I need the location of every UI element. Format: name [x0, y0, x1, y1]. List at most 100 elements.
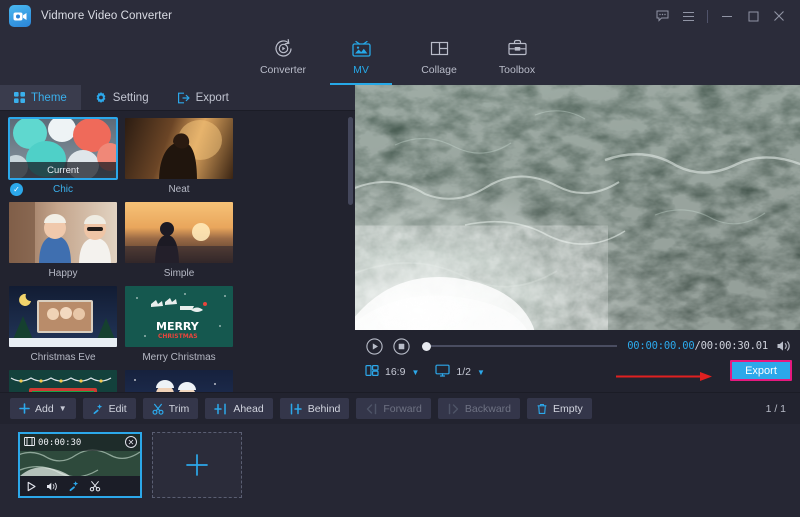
theme-thumbnail: [8, 285, 118, 348]
current-time: 00:00:00.00: [627, 340, 694, 352]
tab-theme-label: Theme: [31, 92, 67, 104]
clip-timeline: 00:00:30 ✕: [0, 424, 800, 517]
nav-tab-toolbox-label: Toolbox: [499, 64, 535, 76]
magic-wand-icon: [92, 403, 104, 415]
tab-setting[interactable]: Setting: [81, 85, 163, 110]
nav-tab-collage-label: Collage: [421, 64, 457, 76]
theme-thumbnail: [8, 201, 118, 264]
tab-theme[interactable]: Theme: [0, 85, 81, 110]
time-display: 00:00:00.00/00:00:30.01: [627, 340, 768, 352]
feedback-icon[interactable]: [649, 0, 675, 32]
seek-handle[interactable]: [422, 342, 431, 351]
nav-tab-toolbox[interactable]: Toolbox: [478, 32, 556, 85]
quality-selector[interactable]: 1/2 ▼: [435, 364, 485, 380]
theme-grid-scroll[interactable]: Current Chic ✓: [0, 111, 355, 392]
nav-tab-mv[interactable]: MV: [322, 32, 400, 85]
theme-item-merry-christmas[interactable]: MERRY CHRISTMAS Merry Christmas: [124, 285, 234, 363]
empty-button[interactable]: Empty: [527, 398, 592, 419]
maximize-icon[interactable]: [740, 0, 766, 32]
play-icon[interactable]: [365, 337, 384, 356]
theme-panel-scrollbar[interactable]: [348, 117, 353, 387]
clip-volume-icon[interactable]: [46, 481, 59, 492]
theme-item-happy[interactable]: Happy: [8, 201, 118, 279]
collage-icon: [428, 36, 451, 61]
theme-item-christmas-eve[interactable]: Christmas Eve: [8, 285, 118, 363]
theme-item-label: Neat: [124, 184, 234, 195]
add-button[interactable]: Add ▼: [10, 398, 76, 419]
app-title: Vidmore Video Converter: [41, 10, 172, 22]
nav-tab-converter[interactable]: Converter: [244, 32, 322, 85]
move-forward-icon: [365, 403, 378, 415]
theme-grid: Current Chic ✓: [8, 117, 345, 392]
edit-button-label: Edit: [109, 403, 127, 415]
theme-item-santa-claus[interactable]: Santa Claus: [8, 369, 118, 392]
close-icon[interactable]: [766, 0, 792, 32]
title-bar: Vidmore Video Converter: [0, 0, 800, 32]
theme-thumbnail: [124, 369, 234, 392]
theme-thumbnail: Current: [8, 117, 118, 180]
export-button[interactable]: Export: [730, 360, 792, 381]
scrollbar-thumb[interactable]: [348, 117, 353, 205]
stop-icon[interactable]: [392, 337, 411, 356]
converter-icon: [272, 36, 295, 61]
theme-item-label: Merry Christmas: [124, 352, 234, 363]
theme-current-badge: Current: [10, 162, 116, 178]
window-controls: [649, 0, 792, 32]
forward-button[interactable]: Forward: [356, 398, 431, 419]
clip-close-icon[interactable]: ✕: [125, 436, 137, 448]
move-backward-icon: [447, 403, 460, 415]
plus-icon: [19, 403, 30, 414]
clip-action-bar: [20, 476, 140, 496]
monitor-icon: [435, 364, 450, 380]
chevron-down-icon[interactable]: ▼: [411, 368, 419, 377]
menu-icon[interactable]: [675, 0, 701, 32]
player-options-row: 16:9 ▼ 1/2 ▼: [365, 360, 792, 384]
ahead-button[interactable]: Ahead: [205, 398, 272, 419]
page-indicator: 1 / 1: [766, 403, 786, 415]
seek-slider[interactable]: [421, 339, 617, 353]
main-navigation: Converter MV Collage: [0, 32, 800, 85]
film-icon: [24, 437, 35, 448]
behind-button[interactable]: Behind: [280, 398, 350, 419]
seek-track: [431, 345, 617, 347]
theme-item-label: Chic: [8, 184, 118, 195]
trim-button[interactable]: Trim: [143, 398, 199, 419]
insert-ahead-icon: [214, 403, 228, 415]
aspect-ratio-selector[interactable]: 16:9 ▼: [365, 364, 419, 380]
chevron-down-icon[interactable]: ▼: [59, 404, 67, 413]
theme-item-label: Simple: [124, 268, 234, 279]
theme-thumbnail: [124, 201, 234, 264]
tab-export-label: Export: [196, 92, 229, 104]
theme-panel: Theme Setting Export: [0, 85, 355, 392]
chevron-down-icon[interactable]: ▼: [477, 368, 485, 377]
tab-export[interactable]: Export: [163, 85, 243, 110]
video-preview: [355, 85, 800, 330]
svg-text:CHRISTMAS: CHRISTMAS: [158, 333, 198, 340]
volume-icon[interactable]: [776, 339, 792, 353]
add-clip-placeholder[interactable]: [152, 432, 242, 498]
total-time: 00:00:30.01: [701, 340, 768, 352]
toolbox-icon: [506, 36, 529, 61]
theme-thumbnail: [8, 369, 118, 392]
player-transport-row: 00:00:00.00/00:00:30.01: [365, 336, 792, 356]
export-icon: [177, 92, 190, 104]
clip-trim-icon[interactable]: [89, 480, 101, 492]
nav-tab-collage[interactable]: Collage: [400, 32, 478, 85]
theme-item-simple[interactable]: Simple: [124, 201, 234, 279]
quality-value: 1/2: [456, 366, 471, 378]
theme-item-label: Christmas Eve: [8, 352, 118, 363]
backward-button[interactable]: Backward: [438, 398, 520, 419]
theme-item-snowy-night[interactable]: Snowy Night: [124, 369, 234, 392]
behind-button-label: Behind: [308, 403, 341, 415]
edit-button[interactable]: Edit: [83, 398, 136, 419]
app-window: Vidmore Video Converter: [0, 0, 800, 517]
clip-effect-icon[interactable]: [68, 480, 80, 492]
clip-play-icon[interactable]: [26, 481, 37, 492]
clip-info-bar: 00:00:30: [20, 434, 140, 451]
theme-item-chic[interactable]: Current Chic: [8, 117, 118, 195]
minimize-icon[interactable]: [714, 0, 740, 32]
timeline-clip[interactable]: 00:00:30 ✕: [18, 432, 142, 498]
forward-button-label: Forward: [383, 403, 422, 415]
gear-icon: [95, 92, 107, 104]
theme-item-neat[interactable]: Neat: [124, 117, 234, 195]
